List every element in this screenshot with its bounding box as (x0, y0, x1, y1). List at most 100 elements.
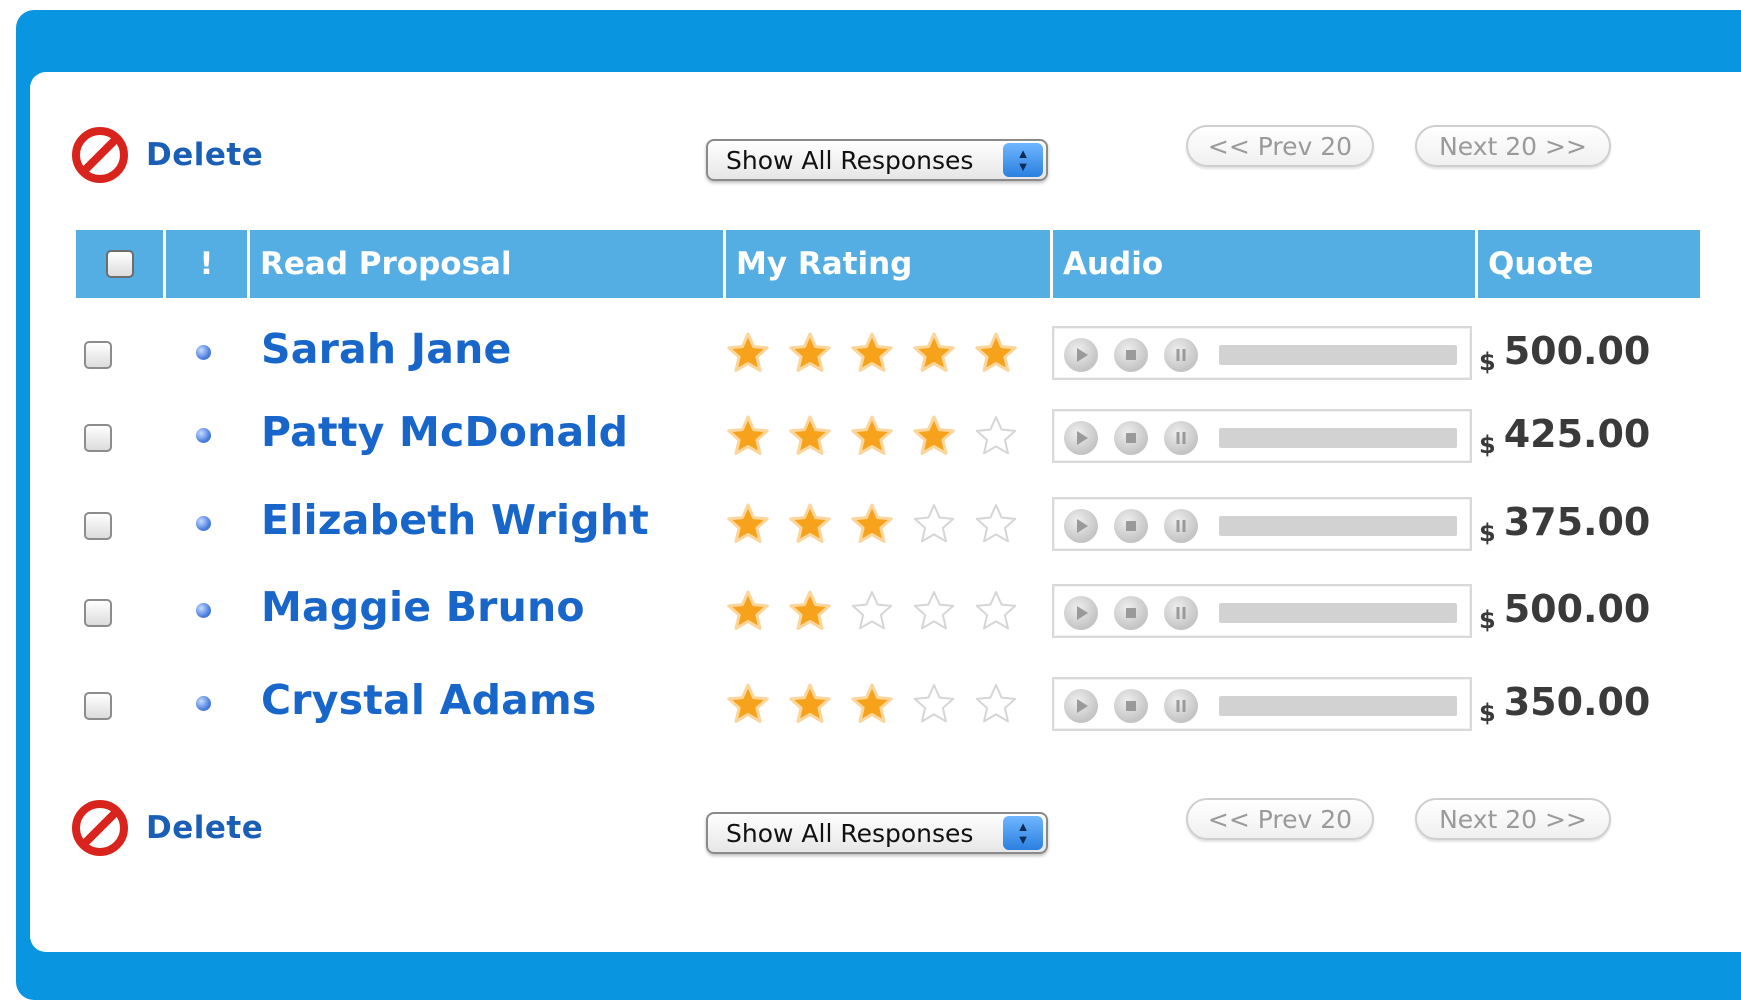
stop-icon[interactable] (1114, 689, 1148, 723)
proposal-name-link[interactable]: Elizabeth Wright (261, 496, 649, 544)
top-toolbar: Delete Show All Responses ▲ ▼ << Prev 20 … (0, 115, 1741, 185)
currency-symbol: $ (1479, 348, 1496, 376)
star-filled-icon[interactable] (788, 414, 832, 458)
rating-stars (726, 682, 1036, 726)
quote-amount: $500.00 (1479, 587, 1650, 634)
table-row: Maggie Bruno $500.00 (76, 575, 1700, 645)
pause-icon[interactable] (1164, 689, 1198, 723)
rating-stars (726, 331, 1036, 375)
header-audio[interactable]: Audio (1053, 230, 1478, 298)
no-entry-icon (72, 127, 128, 183)
header-my-rating[interactable]: My Rating (726, 230, 1053, 298)
audio-progress-bar[interactable] (1219, 516, 1457, 536)
stop-icon[interactable] (1114, 338, 1148, 372)
star-empty-icon[interactable] (974, 502, 1018, 546)
table-row: Patty McDonald $425.00 (76, 400, 1700, 470)
pause-icon[interactable] (1164, 509, 1198, 543)
unread-dot-icon (196, 345, 211, 360)
star-filled-icon[interactable] (788, 589, 832, 633)
pause-icon[interactable] (1164, 596, 1198, 630)
star-filled-icon[interactable] (850, 682, 894, 726)
star-filled-icon[interactable] (912, 414, 956, 458)
audio-progress-bar[interactable] (1219, 603, 1457, 623)
unread-dot-icon (196, 516, 211, 531)
select-all-checkbox[interactable] (105, 250, 134, 278)
play-icon[interactable] (1064, 338, 1098, 372)
star-empty-icon[interactable] (974, 589, 1018, 633)
table-header: ! Read Proposal My Rating Audio Quote (76, 230, 1700, 298)
star-filled-icon[interactable] (974, 331, 1018, 375)
select-arrows-icon: ▲ ▼ (1003, 143, 1043, 177)
quote-value: 500.00 (1503, 587, 1651, 631)
star-filled-icon[interactable] (726, 331, 770, 375)
stop-icon[interactable] (1114, 596, 1148, 630)
rating-stars (726, 589, 1036, 633)
no-entry-icon (72, 800, 128, 856)
star-empty-icon[interactable] (912, 589, 956, 633)
star-filled-icon[interactable] (850, 502, 894, 546)
table-row: Elizabeth Wright $375.00 (76, 488, 1700, 558)
audio-player (1052, 584, 1472, 638)
delete-button[interactable]: Delete (70, 125, 263, 185)
row-checkbox[interactable] (84, 341, 112, 369)
star-empty-icon[interactable] (912, 502, 956, 546)
prev-page-button-bottom[interactable]: << Prev 20 (1186, 798, 1374, 840)
star-filled-icon[interactable] (850, 414, 894, 458)
next-page-button[interactable]: Next 20 >> (1415, 125, 1611, 167)
star-filled-icon[interactable] (726, 414, 770, 458)
proposal-name-link[interactable]: Maggie Bruno (261, 583, 585, 631)
star-empty-icon[interactable] (850, 589, 894, 633)
star-filled-icon[interactable] (788, 502, 832, 546)
stop-icon[interactable] (1114, 509, 1148, 543)
proposal-name-link[interactable]: Patty McDonald (261, 408, 628, 456)
quote-value: 375.00 (1503, 500, 1651, 544)
pause-icon[interactable] (1164, 421, 1198, 455)
audio-player (1052, 326, 1472, 380)
unread-dot-icon (196, 428, 211, 443)
audio-progress-bar[interactable] (1219, 345, 1457, 365)
quote-value: 425.00 (1503, 412, 1651, 456)
stop-icon[interactable] (1114, 421, 1148, 455)
pause-icon[interactable] (1164, 338, 1198, 372)
unread-dot-icon (196, 603, 211, 618)
currency-symbol: $ (1479, 431, 1496, 459)
table-row: Crystal Adams $350.00 (76, 668, 1700, 738)
star-empty-icon[interactable] (974, 414, 1018, 458)
row-checkbox[interactable] (84, 692, 112, 720)
delete-label: Delete (146, 137, 264, 173)
play-icon[interactable] (1064, 596, 1098, 630)
response-filter-select-bottom[interactable]: Show All Responses ▲ ▼ (706, 812, 1048, 854)
currency-symbol: $ (1479, 519, 1496, 547)
audio-player (1052, 409, 1472, 463)
header-read-proposal[interactable]: Read Proposal (250, 230, 726, 298)
star-filled-icon[interactable] (788, 682, 832, 726)
proposal-name-link[interactable]: Sarah Jane (261, 325, 511, 373)
star-filled-icon[interactable] (726, 502, 770, 546)
play-icon[interactable] (1064, 421, 1098, 455)
row-checkbox[interactable] (84, 512, 112, 540)
header-quote[interactable]: Quote (1478, 230, 1700, 298)
row-checkbox[interactable] (84, 599, 112, 627)
play-icon[interactable] (1064, 509, 1098, 543)
play-icon[interactable] (1064, 689, 1098, 723)
prev-page-button[interactable]: << Prev 20 (1186, 125, 1374, 167)
quote-amount: $500.00 (1479, 329, 1650, 376)
star-filled-icon[interactable] (912, 331, 956, 375)
star-empty-icon[interactable] (912, 682, 956, 726)
response-filter-value: Show All Responses (726, 145, 974, 175)
row-checkbox[interactable] (84, 424, 112, 452)
star-filled-icon[interactable] (788, 331, 832, 375)
delete-button-bottom[interactable]: Delete (70, 798, 263, 858)
star-filled-icon[interactable] (726, 589, 770, 633)
response-filter-select[interactable]: Show All Responses ▲ ▼ (706, 139, 1048, 181)
audio-progress-bar[interactable] (1219, 696, 1457, 716)
currency-symbol: $ (1479, 699, 1496, 727)
star-filled-icon[interactable] (726, 682, 770, 726)
proposal-name-link[interactable]: Crystal Adams (261, 676, 597, 724)
audio-progress-bar[interactable] (1219, 428, 1457, 448)
header-flag[interactable]: ! (166, 230, 250, 298)
next-page-button-bottom[interactable]: Next 20 >> (1415, 798, 1611, 840)
star-empty-icon[interactable] (974, 682, 1018, 726)
star-filled-icon[interactable] (850, 331, 894, 375)
currency-symbol: $ (1479, 606, 1496, 634)
